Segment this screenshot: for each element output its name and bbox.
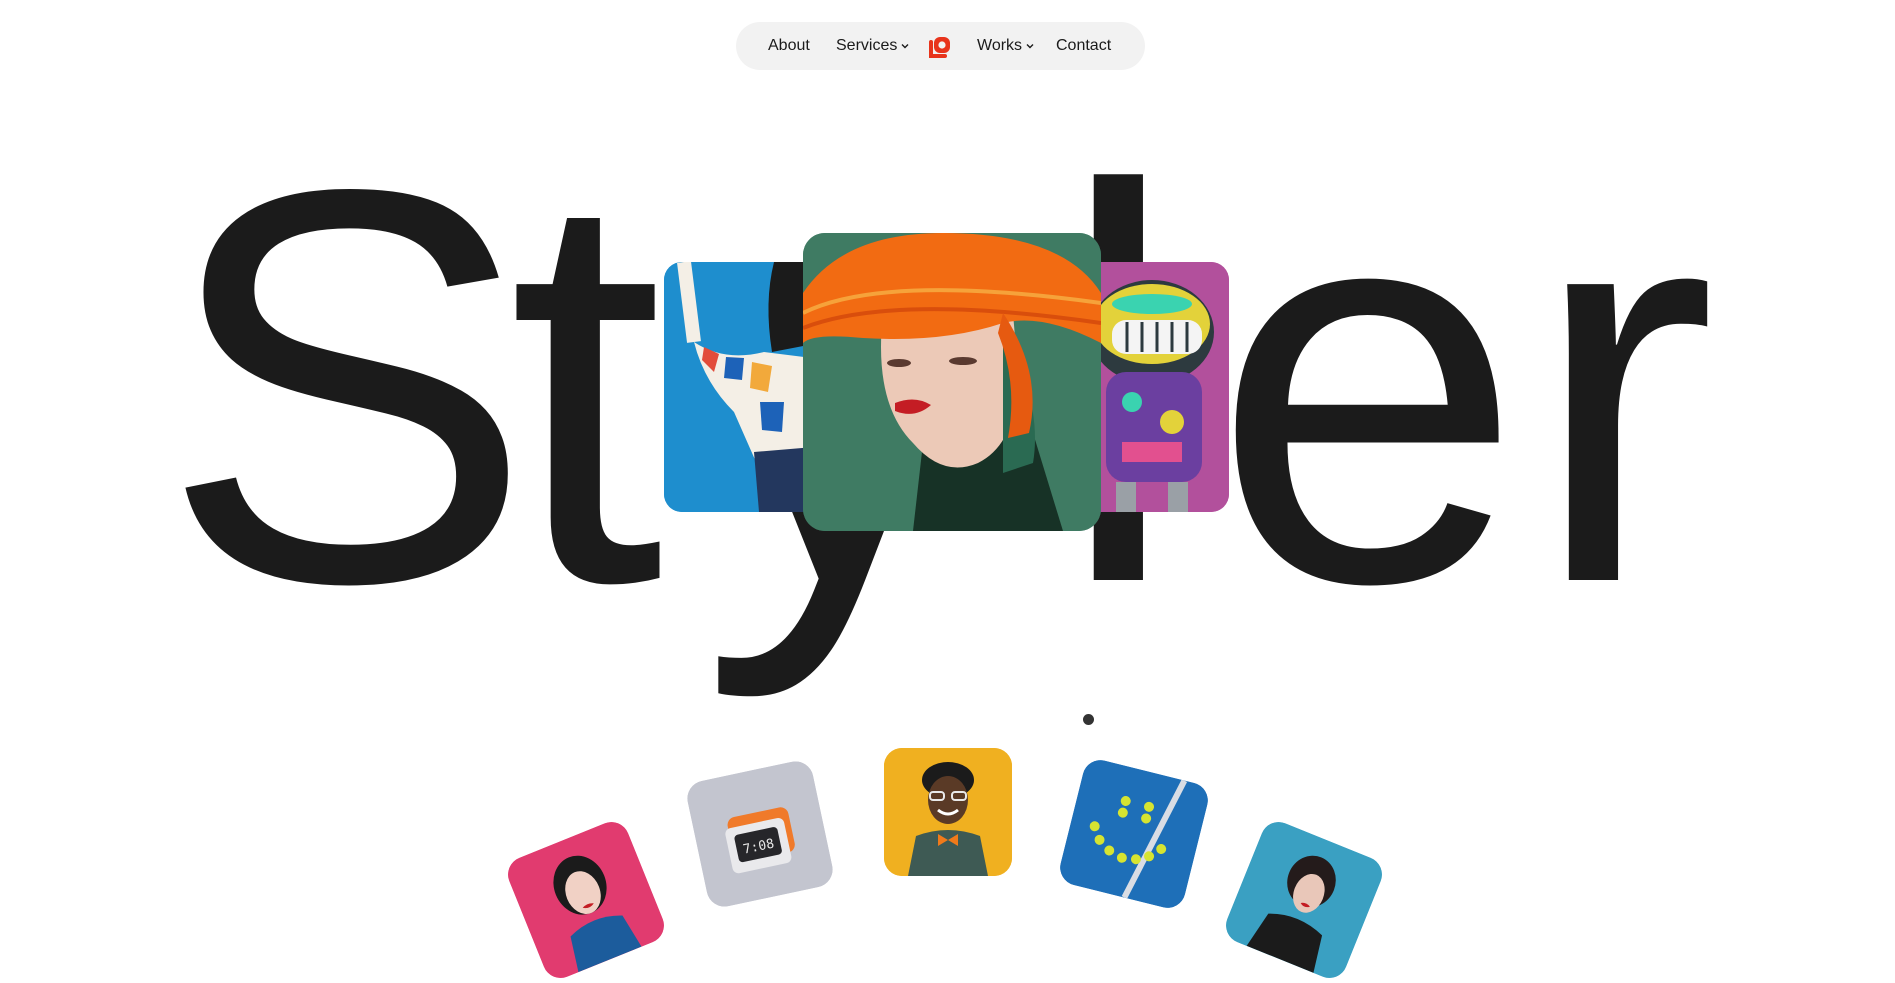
- gallery-tile-clock[interactable]: 7:08: [684, 758, 836, 910]
- hero-letter-s: S: [160, 73, 534, 699]
- gallery-tile-tennis-smile[interactable]: [1056, 756, 1212, 912]
- hero-letter-e: e: [1212, 73, 1524, 699]
- hero-letter-t: t: [508, 73, 664, 699]
- gallery-tile-woman-pink[interactable]: [502, 816, 670, 983]
- dancer-image: [664, 262, 824, 512]
- gallery-tile-man-yellow[interactable]: [884, 748, 1012, 876]
- pager-dot[interactable]: [1083, 714, 1094, 725]
- gallery-tile-woman-teal[interactable]: [1220, 816, 1388, 983]
- hero-letter-r: r: [1530, 73, 1717, 699]
- featured-portrait-image[interactable]: [803, 233, 1101, 531]
- hero: S t y l e r: [0, 0, 1895, 725]
